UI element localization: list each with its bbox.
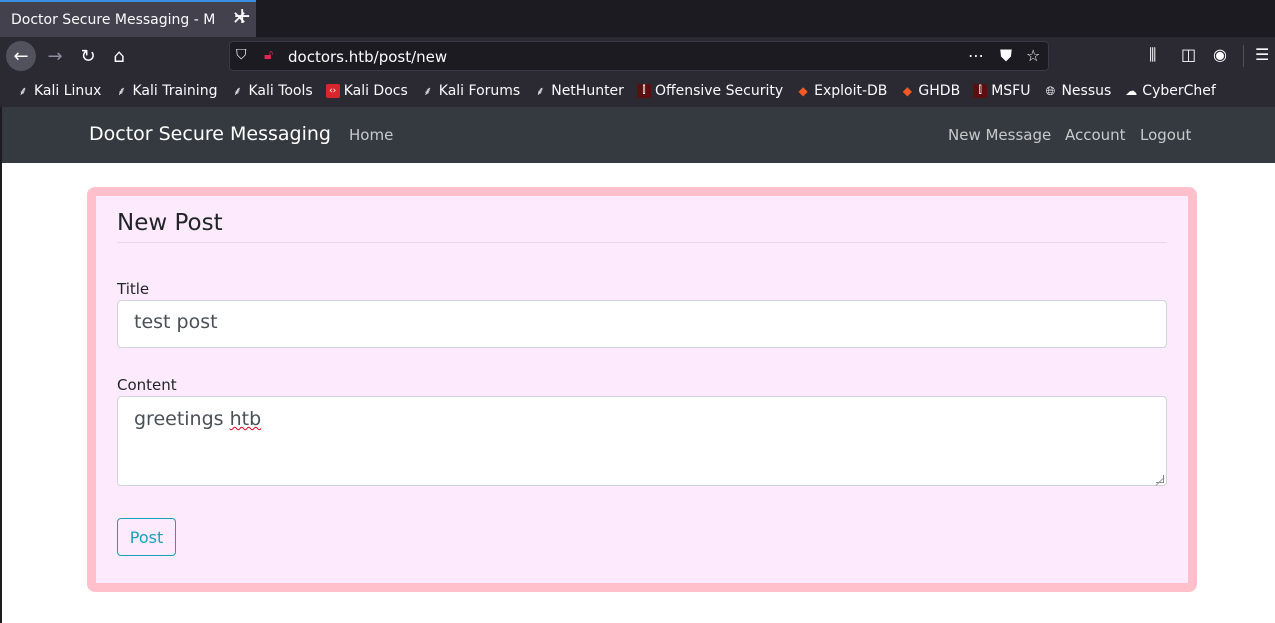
pocket-icon[interactable]: ⛊ [1000,46,1012,66]
ghdb-icon: ◆ [902,84,913,98]
kali-docs-icon: ‹› [325,84,340,98]
bookmark-kali-docs[interactable]: ‹› Kali Docs [325,83,408,99]
bookmark-msfu[interactable]: ⫿ MSFU [973,83,1030,99]
bookmarks-toolbar: ⸙ Kali Linux ⸙ Kali Training ⸙ Kali Tools ‹… [0,75,1275,107]
reload-icon[interactable]: ↻ [73,41,103,71]
bookmark-kali-tools[interactable]: ⸙ Kali Tools [230,83,313,99]
content-label: Content [117,376,177,394]
kali-dragon-icon: ⸙ [116,84,126,98]
nethunter-icon: ⸙ [535,84,545,98]
content-textarea[interactable]: greetings htb [117,396,1167,486]
title-input[interactable]: test post [117,300,1167,348]
bookmark-nessus[interactable]: 🌐︎ Nessus [1043,83,1112,99]
title-label: Title [117,280,150,298]
offsec-icon: ⫿ [636,84,651,98]
bookmark-kali-linux[interactable]: ⸙ Kali Linux [16,83,101,99]
url-bar[interactable]: ⛉ 🔓︎ doctors.htb/post/new ⋯ ⛊ ☆ [229,41,1049,71]
form-legend: New Post [117,210,1167,243]
page-actions-icon[interactable]: ⋯ [968,46,984,65]
bookmark-kali-forums[interactable]: ⸙ Kali Forums [421,83,520,99]
site-navbar: Doctor Secure Messaging Home New Message… [0,107,1275,163]
kali-dragon-icon: ⸙ [423,84,433,98]
cyberchef-icon: ☁ [1125,84,1138,98]
hamburger-menu-icon[interactable]: ☰ [1255,45,1269,64]
tab-title: Doctor Secure Messaging - M [11,11,216,28]
msfu-icon: ⫿ [973,84,988,98]
url-text[interactable]: doctors.htb/post/new [288,48,447,66]
library-icon[interactable]: ⫼ [1149,45,1156,65]
resize-handle[interactable] [1156,475,1164,483]
forward-arrow-icon[interactable]: → [40,41,70,71]
sidebar-icon[interactable]: ◫ [1181,45,1196,64]
bookmark-ghdb[interactable]: ◆ GHDB [900,83,960,99]
exploit-db-icon: ◆ [798,84,808,98]
kali-dragon-icon: ⸙ [232,84,242,98]
kali-dragon-icon: ⸙ [18,84,28,98]
new-post-card: New Post Title test post Content greetin… [87,187,1197,592]
toolbar-divider [1243,45,1244,67]
insecure-lock-icon[interactable]: 🔓︎ [264,47,273,63]
nav-link-home[interactable]: Home [349,126,393,144]
window-left-border [0,163,2,623]
browser-tab-bar: Doctor Secure Messaging - M ✕ + [0,0,1275,37]
post-button[interactable]: Post [117,518,176,556]
bookmark-cyberchef[interactable]: ☁ CyberChef [1124,83,1216,99]
nav-link-account[interactable]: Account [1065,126,1126,144]
bookmark-offensive-security[interactable]: ⫿ Offensive Security [636,83,783,99]
nav-link-new-message[interactable]: New Message [948,126,1051,144]
browser-tab-active[interactable]: Doctor Secure Messaging - M ✕ [0,0,256,37]
content-word-misspelled: htb [229,408,262,430]
account-icon[interactable]: ◉ [1213,45,1227,64]
globe-icon: 🌐︎ [1045,84,1056,98]
bookmark-kali-training[interactable]: ⸙ Kali Training [114,83,218,99]
new-tab-plus-icon[interactable]: + [233,6,251,28]
back-arrow-icon[interactable]: ← [6,41,36,71]
home-icon[interactable]: ⌂ [104,41,134,71]
browser-toolbar: ← → ↻ ⌂ ⛉ 🔓︎ doctors.htb/post/new ⋯ ⛊ ☆ … [0,37,1275,75]
title-input-value: test post [134,311,218,333]
bookmark-exploit-db[interactable]: ◆ Exploit-DB [796,83,888,99]
bookmark-star-icon[interactable]: ☆ [1026,46,1040,65]
bookmark-nethunter[interactable]: ⸙ NetHunter [533,83,624,99]
shield-icon[interactable]: ⛉ [236,47,247,63]
content-word: greetings [134,408,224,430]
site-brand[interactable]: Doctor Secure Messaging [89,123,331,145]
nav-link-logout[interactable]: Logout [1140,126,1191,144]
